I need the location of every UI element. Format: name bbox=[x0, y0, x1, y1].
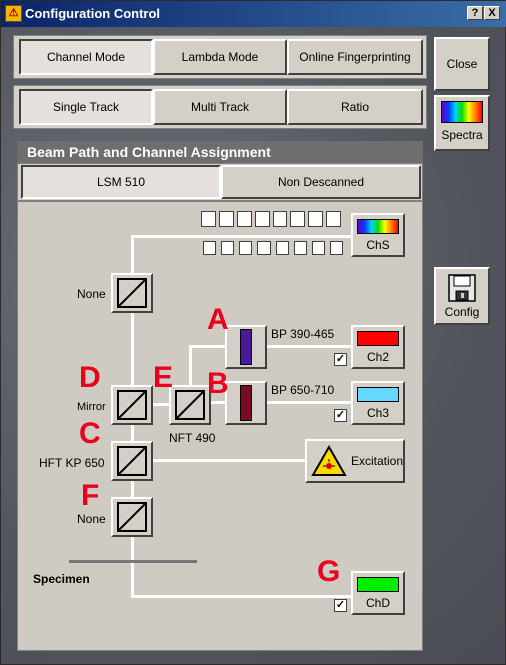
excitation-button[interactable]: Excitation bbox=[305, 439, 405, 483]
chs-grid-top bbox=[201, 211, 341, 227]
beamsplitter-icon bbox=[117, 502, 147, 532]
spectra-label: Spectra bbox=[441, 128, 483, 142]
window-title: Configuration Control bbox=[25, 6, 161, 21]
ch3-checkbox[interactable]: ✓ bbox=[334, 409, 347, 422]
app-icon: ⚠ bbox=[5, 5, 22, 22]
bottom-splitter-label: None bbox=[77, 512, 106, 526]
beamsplitter-icon bbox=[117, 446, 147, 476]
config-button[interactable]: Config bbox=[434, 267, 490, 325]
specimen-stage bbox=[69, 560, 197, 563]
beam-to-excitation bbox=[131, 459, 311, 462]
spectra-button[interactable]: Spectra bbox=[434, 95, 490, 151]
ch2-checkbox[interactable]: ✓ bbox=[334, 353, 347, 366]
beamsplitter-icon bbox=[117, 390, 147, 420]
top-splitter-label: None bbox=[77, 287, 106, 301]
beamsplitter-hft-button[interactable] bbox=[111, 441, 153, 481]
tab-channel-mode[interactable]: Channel Mode bbox=[19, 39, 153, 75]
tab-online-fingerprinting[interactable]: Online Fingerprinting bbox=[287, 39, 423, 75]
laser-warning-icon bbox=[311, 445, 347, 476]
filter-a-button[interactable] bbox=[225, 325, 267, 369]
tab-single-track[interactable]: Single Track bbox=[19, 89, 153, 125]
beamsplitter-top-button[interactable] bbox=[111, 273, 153, 313]
chd-button[interactable]: ChD bbox=[351, 571, 405, 615]
annotation-e: E bbox=[153, 361, 174, 394]
chd-label: ChD bbox=[365, 595, 390, 610]
chd-color-swatch bbox=[357, 576, 399, 592]
beam-to-chs bbox=[131, 235, 351, 238]
tab-ratio[interactable]: Ratio bbox=[287, 89, 423, 125]
annotation-a: A bbox=[207, 303, 229, 336]
chd-checkbox[interactable]: ✓ bbox=[334, 599, 347, 612]
excitation-label: Excitation bbox=[350, 454, 403, 468]
annotation-g: G bbox=[317, 555, 341, 588]
mirror-label: Mirror bbox=[77, 401, 106, 413]
beamsplitter-mirror-button[interactable] bbox=[111, 385, 153, 425]
spectrum-icon bbox=[357, 218, 399, 234]
tab-multi-track[interactable]: Multi Track bbox=[153, 89, 287, 125]
filter-b-button[interactable] bbox=[225, 381, 267, 425]
beamsplitter-icon bbox=[117, 278, 147, 308]
help-button[interactable]: ? bbox=[467, 6, 483, 20]
beam-to-chd bbox=[131, 595, 351, 598]
configuration-window: ⚠ Configuration Control ? X Channel Mode… bbox=[0, 0, 506, 665]
annotation-f: F bbox=[81, 479, 100, 512]
annotation-b: B bbox=[207, 367, 229, 400]
ch2-color-swatch bbox=[357, 330, 399, 346]
chs-button[interactable]: ChS bbox=[351, 213, 405, 257]
chs-label: ChS bbox=[366, 237, 390, 252]
beam-to-ch2 bbox=[189, 345, 351, 348]
tab-lambda-mode[interactable]: Lambda Mode bbox=[153, 39, 287, 75]
beamsplitter-nft-button[interactable] bbox=[169, 385, 211, 425]
annotation-c: C bbox=[79, 417, 101, 450]
beamsplitter-icon bbox=[175, 390, 205, 420]
ch2-button[interactable]: Ch2 bbox=[351, 325, 405, 369]
ch2-label: Ch2 bbox=[366, 349, 389, 364]
beam-panel-title: Beam Path and Channel Assignment bbox=[17, 141, 423, 163]
filter-a-swatch bbox=[240, 329, 252, 365]
spectrum-icon bbox=[441, 101, 483, 123]
config-label: Config bbox=[444, 305, 480, 319]
close-button[interactable]: Close bbox=[434, 37, 490, 91]
tab-non-descanned[interactable]: Non Descanned bbox=[221, 165, 421, 199]
filter-b-label: BP 650-710 bbox=[271, 383, 335, 397]
filter-b-swatch bbox=[240, 385, 252, 421]
beam-to-ch3 bbox=[189, 401, 351, 404]
chs-grid-bottom bbox=[203, 241, 343, 255]
ch3-button[interactable]: Ch3 bbox=[351, 381, 405, 425]
floppy-disk-icon bbox=[448, 274, 476, 302]
close-window-button[interactable]: X bbox=[484, 6, 500, 20]
title-bar: ⚠ Configuration Control ? X bbox=[1, 1, 506, 27]
hft-label: HFT KP 650 bbox=[39, 456, 105, 470]
nft-label: NFT 490 bbox=[169, 431, 216, 445]
tab-lsm-510[interactable]: LSM 510 bbox=[21, 165, 221, 199]
beamsplitter-bottom-button[interactable] bbox=[111, 497, 153, 537]
specimen-label: Specimen bbox=[33, 572, 90, 586]
annotation-d: D bbox=[79, 361, 101, 394]
filter-a-label: BP 390-465 bbox=[271, 327, 335, 341]
ch3-label: Ch3 bbox=[366, 405, 389, 420]
ch3-color-swatch bbox=[357, 386, 399, 402]
